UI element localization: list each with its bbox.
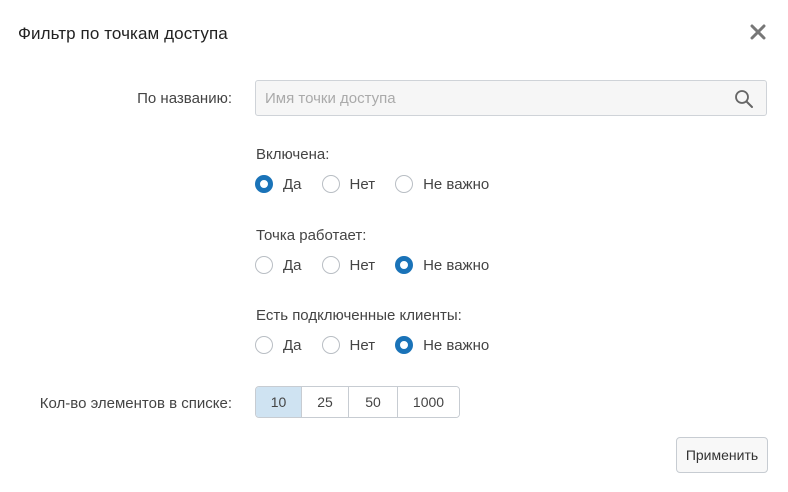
radio-circle[interactable] bbox=[321, 256, 340, 274]
radio-circle[interactable] bbox=[395, 336, 414, 354]
radio-circle[interactable] bbox=[255, 336, 273, 354]
clients-option-yes[interactable]: Да bbox=[255, 336, 302, 354]
page-size-label: Кол-во элементов в списке: bbox=[39, 395, 232, 412]
page-size-option-1000[interactable]: 1000 bbox=[398, 387, 459, 417]
name-filter-label: По названию: bbox=[137, 90, 232, 107]
search-icon[interactable] bbox=[734, 89, 754, 109]
page-size-option-25[interactable]: 25 bbox=[302, 387, 349, 417]
search-field bbox=[255, 80, 767, 116]
radio-label: Не важно bbox=[423, 175, 490, 193]
clients-group-label: Есть подключенные клиенты: bbox=[256, 307, 462, 324]
working-option-no[interactable]: Нет bbox=[321, 256, 376, 274]
access-point-filter-dialog: Фильтр по точкам доступа По названию: Вк… bbox=[0, 0, 788, 492]
page-size-option-50[interactable]: 50 bbox=[349, 387, 398, 417]
radio-circle[interactable] bbox=[255, 175, 273, 193]
close-icon[interactable] bbox=[748, 22, 768, 42]
radio-label: Не важно bbox=[423, 336, 490, 354]
radio-circle[interactable] bbox=[395, 175, 414, 193]
radio-circle[interactable] bbox=[321, 175, 340, 193]
radio-label: Нет bbox=[349, 336, 376, 354]
enabled-option-no[interactable]: Нет bbox=[321, 175, 376, 193]
dialog-title: Фильтр по точкам доступа bbox=[18, 24, 228, 43]
radio-label: Нет bbox=[349, 175, 376, 193]
page-size-option-10[interactable]: 10 bbox=[256, 387, 302, 417]
working-option-any[interactable]: Не важно bbox=[395, 256, 489, 274]
radio-label: Да bbox=[283, 336, 302, 354]
radio-label: Не важно bbox=[423, 256, 490, 274]
clients-option-no[interactable]: Нет bbox=[321, 336, 376, 354]
apply-button[interactable]: Применить bbox=[676, 437, 768, 473]
enabled-radio-group: Да Нет Не важно bbox=[255, 173, 509, 195]
clients-option-any[interactable]: Не важно bbox=[395, 336, 489, 354]
radio-circle[interactable] bbox=[321, 336, 340, 354]
radio-label: Да bbox=[283, 256, 302, 274]
working-radio-group: Да Нет Не важно bbox=[255, 254, 509, 276]
search-input[interactable] bbox=[256, 81, 735, 115]
page-size-selector: 10 25 50 1000 bbox=[255, 386, 460, 418]
clients-radio-group: Да Нет Не важно bbox=[255, 334, 509, 356]
radio-circle[interactable] bbox=[255, 256, 273, 274]
radio-circle[interactable] bbox=[395, 256, 414, 274]
working-group-label: Точка работает: bbox=[256, 227, 367, 244]
enabled-option-yes[interactable]: Да bbox=[255, 175, 302, 193]
radio-label: Да bbox=[283, 175, 302, 193]
working-option-yes[interactable]: Да bbox=[255, 256, 302, 274]
radio-label: Нет bbox=[349, 256, 376, 274]
enabled-option-any[interactable]: Не важно bbox=[395, 175, 489, 193]
enabled-group-label: Включена: bbox=[256, 146, 330, 163]
